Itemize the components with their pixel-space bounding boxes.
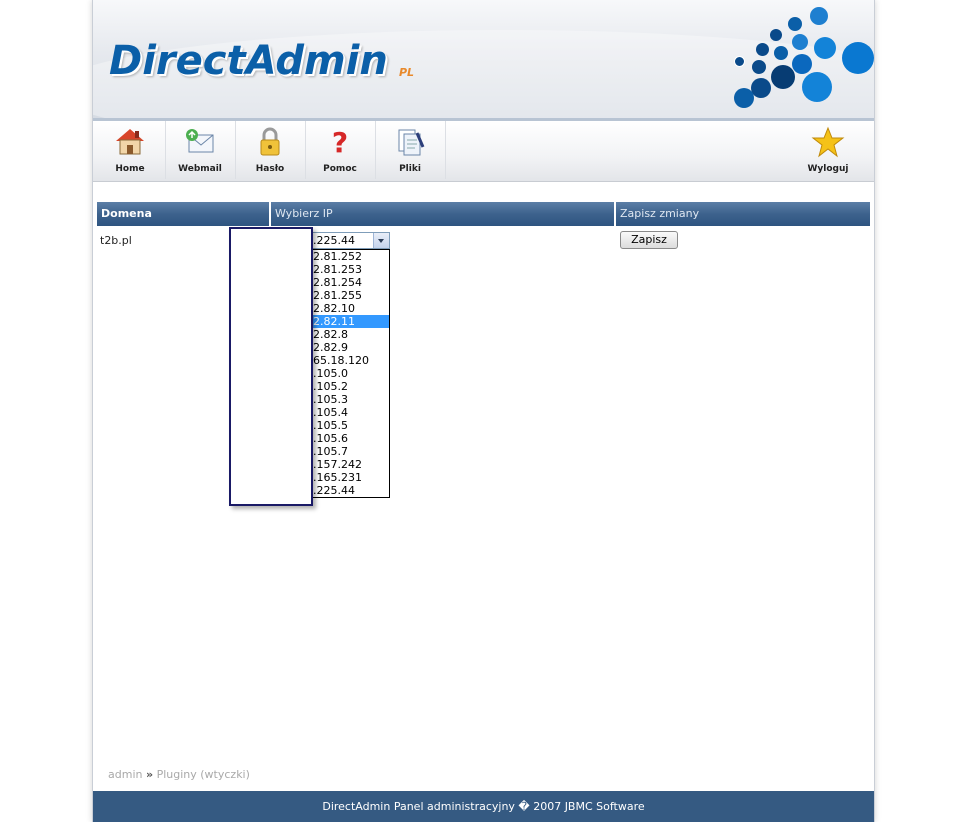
ip-option[interactable]: 2.81.254 bbox=[311, 276, 389, 289]
chevron-down-icon[interactable] bbox=[373, 233, 389, 248]
ip-option[interactable]: 65.18.120 bbox=[311, 354, 389, 367]
ip-select[interactable]: .225.44 bbox=[310, 232, 390, 249]
directadmin-logo: DirectAdmin bbox=[109, 38, 388, 84]
footer-copyright: DirectAdmin Panel administracyjny � 2007… bbox=[322, 800, 645, 813]
question-icon: ? bbox=[332, 126, 348, 159]
toolbar-help-label: Pomoc bbox=[323, 164, 357, 174]
files-icon bbox=[398, 129, 425, 156]
ip-option[interactable]: 2.82.9 bbox=[311, 341, 389, 354]
breadcrumb-user-link[interactable]: admin bbox=[108, 768, 142, 781]
ip-select-value: .225.44 bbox=[313, 234, 355, 247]
toolbar-webmail-label: Webmail bbox=[178, 164, 222, 174]
ip-option[interactable]: .105.0 bbox=[311, 367, 389, 380]
breadcrumb: admin » Pluginy (wtyczki) bbox=[108, 768, 250, 781]
toolbar-files-label: Pliki bbox=[399, 164, 421, 174]
breadcrumb-separator: » bbox=[145, 768, 154, 781]
toolbar-help[interactable]: ? Pomoc bbox=[305, 121, 376, 179]
save-button[interactable]: Zapisz bbox=[620, 231, 678, 249]
breadcrumb-current-page[interactable]: Pluginy (wtyczki) bbox=[157, 768, 250, 781]
ip-dropdown-list[interactable]: 2.81.252 2.81.253 2.81.254 2.81.255 2.82.10 2… bbox=[310, 249, 390, 498]
domain-name: t2b.pl bbox=[100, 234, 132, 247]
ip-option[interactable]: 2.81.252 bbox=[311, 250, 389, 263]
svg-text:?: ? bbox=[332, 126, 348, 159]
column-header-domain: Domena bbox=[97, 202, 271, 226]
ip-option[interactable]: 2.81.255 bbox=[311, 289, 389, 302]
ip-option[interactable]: .105.2 bbox=[311, 380, 389, 393]
ip-option[interactable]: .165.231 bbox=[311, 471, 389, 484]
star-icon bbox=[811, 126, 845, 158]
toolbar-logout-label: Wyloguj bbox=[807, 164, 849, 174]
toolbar-logout[interactable]: Wyloguj bbox=[793, 121, 863, 179]
ip-option[interactable]: .105.5 bbox=[311, 419, 389, 432]
toolbar-password[interactable]: Hasło bbox=[235, 121, 306, 179]
header-banner: DirectAdmin PL bbox=[93, 0, 874, 121]
column-header-select-ip: Wybierz IP bbox=[271, 202, 616, 226]
column-header-save: Zapisz zmiany bbox=[616, 202, 870, 226]
ip-option[interactable]: .225.44 bbox=[311, 484, 389, 497]
ip-option[interactable]: .105.7 bbox=[311, 445, 389, 458]
padlock-icon bbox=[260, 127, 280, 156]
ip-option[interactable]: .105.3 bbox=[311, 393, 389, 406]
ip-option[interactable]: 2.82.10 bbox=[311, 302, 389, 315]
bubbles-decoration-icon bbox=[708, 0, 874, 118]
ip-table-header: Domena Wybierz IP Zapisz zmiany bbox=[97, 202, 870, 226]
ip-option[interactable]: .105.6 bbox=[311, 432, 389, 445]
toolbar-webmail[interactable]: Webmail bbox=[165, 121, 236, 179]
ip-option[interactable]: .157.242 bbox=[311, 458, 389, 471]
envelope-icon bbox=[186, 129, 214, 153]
toolbar-files[interactable]: Pliki bbox=[375, 121, 446, 179]
main-toolbar: Home Webmail Hasło ? Pomoc Pliki Wyloguj bbox=[93, 121, 874, 182]
toolbar-password-label: Hasło bbox=[255, 164, 285, 174]
overlay-window bbox=[229, 227, 313, 506]
logo-pl-suffix: PL bbox=[399, 66, 415, 79]
ip-option[interactable]: 2.82.8 bbox=[311, 328, 389, 341]
page-container: DirectAdmin PL Home Webmail Hasło ? Pomo… bbox=[92, 0, 875, 822]
footer: DirectAdmin Panel administracyjny � 2007… bbox=[93, 791, 874, 822]
ip-option[interactable]: .105.4 bbox=[311, 406, 389, 419]
toolbar-home[interactable]: Home bbox=[95, 121, 166, 179]
house-icon bbox=[116, 129, 144, 155]
toolbar-home-label: Home bbox=[115, 164, 145, 174]
ip-option[interactable]: 2.81.253 bbox=[311, 263, 389, 276]
ip-option[interactable]: 2.82.11 bbox=[311, 315, 389, 328]
